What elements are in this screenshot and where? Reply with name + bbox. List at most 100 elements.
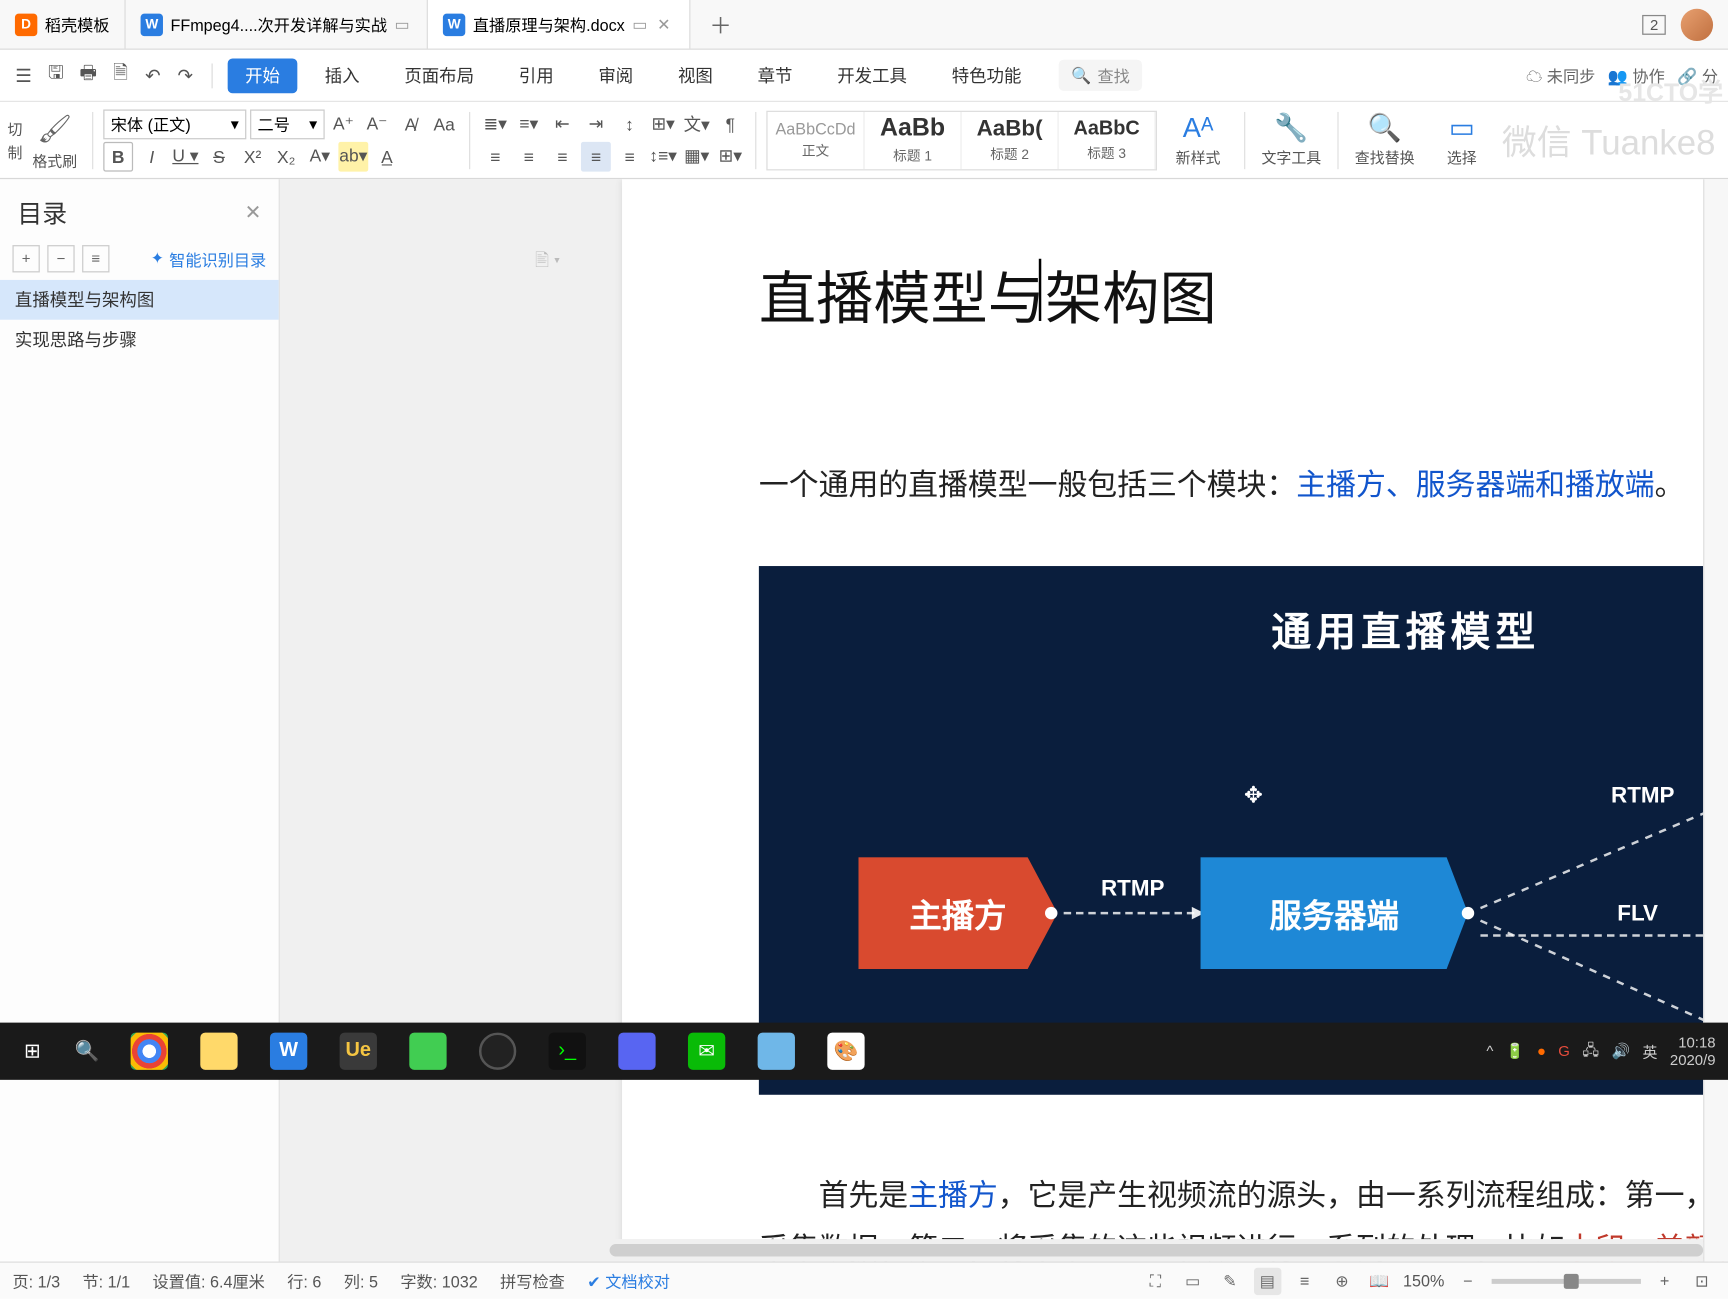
new-style-button[interactable]: Aᴬ新样式	[1162, 110, 1234, 170]
paragraph[interactable]: 一个通用的直播模型一般包括三个模块：主播方、服务器端和播放端。	[759, 460, 1728, 504]
status-position[interactable]: 设置值: 6.4厘米	[153, 1269, 265, 1293]
sync-button[interactable]: ☁ 未同步	[1526, 63, 1595, 87]
tray-g-icon[interactable]: G	[1558, 1043, 1570, 1060]
distribute-button[interactable]: ≡	[615, 141, 645, 171]
diagram-image[interactable]: 通用直播模型 ✥ 主播方 RTMP 服务器端 RTMP FLV HLS 播放端	[759, 566, 1728, 1095]
status-section[interactable]: 节: 1/1	[82, 1269, 130, 1293]
scrollbar-thumb[interactable]	[610, 1244, 1704, 1256]
tab-view[interactable]: 视图	[661, 58, 731, 93]
style-gallery[interactable]: AaBbCcDd正文 AaBb标题 1 AaBb(标题 2 AaBbC标题 3	[766, 110, 1157, 170]
indent-button[interactable]: ⇥	[581, 109, 611, 139]
font-select[interactable]: 宋体 (正文)▾	[103, 109, 246, 139]
strike-button[interactable]: S	[204, 141, 234, 171]
char-border-button[interactable]: A̲	[372, 141, 402, 171]
tab-window-icon[interactable]: ▭	[395, 14, 412, 34]
system-tray[interactable]: ^ 🔋 ● G 🖧 🔊 英 10:182020/9	[1486, 1033, 1720, 1069]
taskbar-notes[interactable]	[744, 1026, 809, 1076]
document-canvas[interactable]: 🖹 ▾ 直播模型与架构图 一个通用的直播模型一般包括三个模块：主播方、服务器端和…	[280, 179, 1728, 1261]
fullscreen-icon[interactable]: ⛶	[1142, 1267, 1169, 1294]
new-tab-button[interactable]: ＋	[691, 8, 751, 40]
menu-icon[interactable]: ☰	[10, 62, 37, 89]
clear-format-icon[interactable]: A̸	[396, 109, 426, 139]
tab-window-icon[interactable]: ▭	[632, 14, 649, 34]
cut-button[interactable]: 切	[7, 118, 22, 139]
read-view-icon[interactable]: ▭	[1179, 1267, 1206, 1294]
web-view-icon[interactable]: ⊕	[1328, 1267, 1355, 1294]
font-color-button[interactable]: A▾	[305, 141, 335, 171]
start-button[interactable]: ⊞	[7, 1039, 57, 1064]
tray-battery-icon[interactable]: 🔋	[1506, 1043, 1525, 1060]
style-h3[interactable]: AaBbC标题 3	[1059, 111, 1156, 168]
shading-button[interactable]: ▦▾	[682, 141, 712, 171]
tab-special[interactable]: 特色功能	[934, 58, 1039, 93]
close-icon[interactable]: ✕	[245, 200, 262, 225]
superscript-button[interactable]: X²	[238, 141, 268, 171]
align-left-button[interactable]: ≡	[480, 141, 510, 171]
align-justify-button[interactable]: ≡	[581, 141, 611, 171]
copy-button[interactable]: 制	[7, 141, 22, 162]
zoom-value[interactable]: 150%	[1403, 1271, 1444, 1290]
tab-insert[interactable]: 插入	[307, 58, 377, 93]
tab-review[interactable]: 审阅	[581, 58, 651, 93]
zoom-out-icon[interactable]: −	[1454, 1267, 1481, 1294]
toc-collapse-icon[interactable]: −	[47, 245, 74, 272]
search-input[interactable]: 🔍 查找	[1059, 60, 1143, 91]
page-view-icon[interactable]: ▤	[1254, 1267, 1281, 1294]
text-dir-button[interactable]: 文▾	[682, 109, 712, 139]
window-badge[interactable]: 2	[1643, 14, 1666, 34]
line-spacing-button[interactable]: ↕≡▾	[648, 141, 678, 171]
zoom-in-icon[interactable]: +	[1651, 1267, 1678, 1294]
taskbar-wechat[interactable]: ✉	[674, 1026, 739, 1076]
taskbar-explorer[interactable]	[187, 1026, 252, 1076]
tray-app-icon[interactable]: ●	[1537, 1043, 1546, 1060]
toc-list-icon[interactable]: ≡	[82, 245, 109, 272]
tab-layout[interactable]: 页面布局	[387, 58, 492, 93]
toc-item[interactable]: 实现思路与步骤	[0, 320, 279, 360]
right-rail[interactable]	[1703, 179, 1728, 1261]
status-row[interactable]: 行: 6	[287, 1269, 321, 1293]
show-marks-button[interactable]: ¶	[715, 109, 745, 139]
status-col[interactable]: 列: 5	[344, 1269, 378, 1293]
align-right-button[interactable]: ≡	[547, 141, 577, 171]
doc-heading-1[interactable]: 直播模型与架构图	[759, 254, 1728, 336]
underline-button[interactable]: U ▾	[170, 141, 200, 171]
bold-button[interactable]: B	[103, 141, 133, 171]
tab-start[interactable]: 开始	[228, 58, 298, 93]
slider-thumb[interactable]	[1564, 1273, 1579, 1288]
toc-item[interactable]: 直播模型与架构图	[0, 280, 279, 320]
tab-dev[interactable]: 开发工具	[820, 58, 925, 93]
toc-add-icon[interactable]: +	[12, 245, 39, 272]
zoom-slider[interactable]	[1492, 1278, 1641, 1283]
taskbar-obs[interactable]	[465, 1026, 530, 1076]
taskbar-ultraedit[interactable]: Ue	[326, 1026, 391, 1076]
preview-icon[interactable]: 🗎	[107, 62, 134, 89]
align-center-button[interactable]: ≡	[514, 141, 544, 171]
tab-ffmpeg[interactable]: W FFmpeg4....次开发详解与实战 ▭	[126, 0, 428, 49]
taskbar-wps[interactable]: W	[256, 1026, 321, 1076]
reading-view-icon[interactable]: 📖	[1366, 1267, 1393, 1294]
borders-button[interactable]: ⊞▾	[715, 141, 745, 171]
status-page[interactable]: 页: 1/3	[12, 1269, 60, 1293]
smart-toc-button[interactable]: ✦ 智能识别目录	[151, 247, 267, 271]
shrink-font-icon[interactable]: A⁻	[362, 109, 392, 139]
grow-font-icon[interactable]: A⁺	[328, 109, 358, 139]
taskbar-paint[interactable]: 🎨	[814, 1026, 879, 1076]
tab-chapter[interactable]: 章节	[740, 58, 810, 93]
subscript-button[interactable]: X₂	[271, 141, 301, 171]
style-h2[interactable]: AaBb(标题 2	[962, 111, 1059, 168]
undo-icon[interactable]: ↶	[139, 62, 166, 89]
select-button[interactable]: ▭选择	[1426, 110, 1498, 170]
taskbar-terminal[interactable]: ›_	[535, 1026, 600, 1076]
status-spell[interactable]: 拼写检查	[500, 1269, 565, 1293]
sort-button[interactable]: ↕	[615, 109, 645, 139]
save-icon[interactable]: 🖫	[42, 62, 69, 89]
close-icon[interactable]: ✕	[657, 14, 674, 34]
tray-ime[interactable]: 英	[1643, 1041, 1658, 1062]
tab-active-doc[interactable]: W 直播原理与架构.docx ▭ ✕	[428, 0, 691, 49]
highlight-button[interactable]: ab▾	[338, 141, 368, 171]
format-painter[interactable]: 🖌 格式刷	[27, 102, 82, 178]
write-icon[interactable]: ✎	[1216, 1267, 1243, 1294]
taskbar-qt[interactable]	[396, 1026, 461, 1076]
italic-button[interactable]: I	[137, 141, 167, 171]
text-tool-button[interactable]: 🔧文字工具	[1255, 110, 1327, 170]
